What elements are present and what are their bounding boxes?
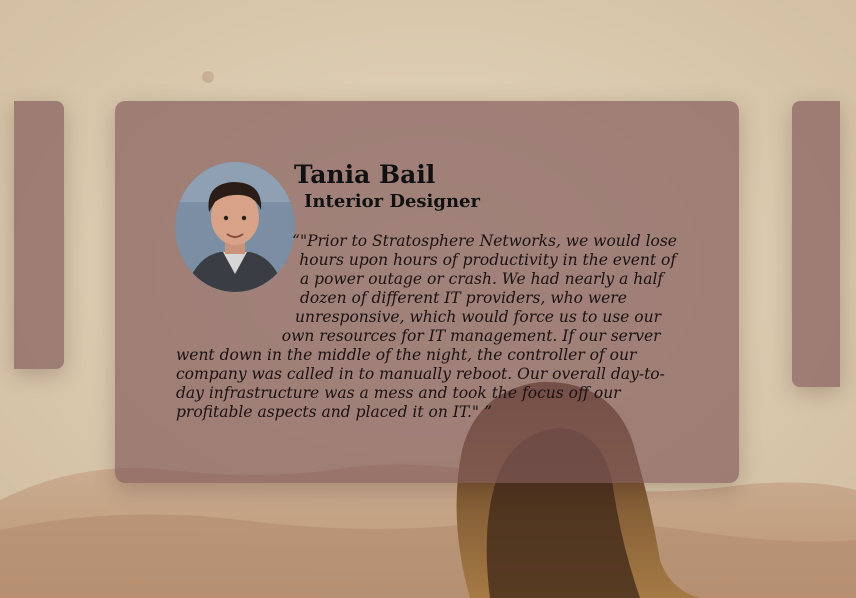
- person-name: Tania Bail: [294, 160, 436, 189]
- testimonial-card-previous[interactable]: [14, 101, 64, 369]
- quote-avatar-wrap-space: [176, 232, 294, 358]
- testimonial-card-next[interactable]: [792, 101, 840, 387]
- testimonial-quote-block: “"Prior to Stratosphere Networks, we wou…: [176, 232, 682, 422]
- person-role: Interior Designer: [304, 191, 480, 212]
